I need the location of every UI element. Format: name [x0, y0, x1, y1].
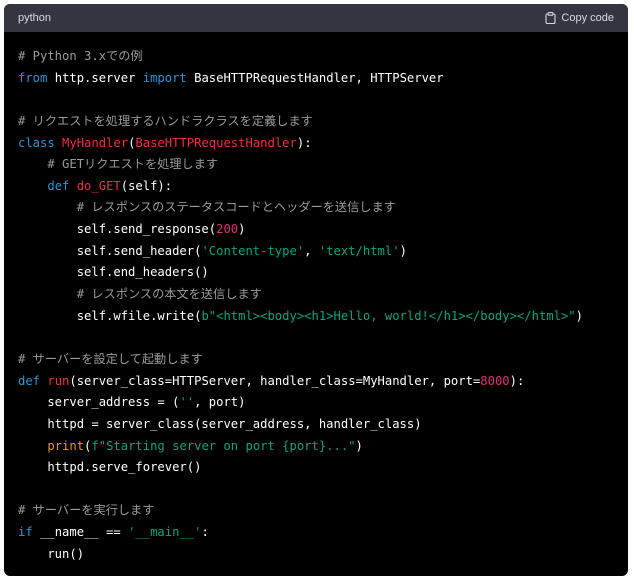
code-token-plain: )	[399, 243, 407, 258]
code-token-class: MyHandler	[62, 135, 129, 150]
code-line: if __name__ == '__main__':	[18, 522, 614, 544]
code-token-string: ''	[179, 395, 195, 410]
code-token-plain: (self):	[120, 178, 173, 193]
code-token-plain: :	[201, 525, 209, 540]
code-token-builtin: print	[47, 438, 85, 453]
code-line: self.wfile.write(b"<html><body><h1>Hello…	[18, 306, 614, 328]
code-token-plain: run()	[18, 546, 85, 561]
code-token-string: '__main__'	[128, 525, 202, 540]
code-token-plain: self.send_response(	[18, 222, 217, 237]
code-token-plain: httpd.serve_forever()	[18, 460, 202, 475]
copy-code-label: Copy code	[561, 12, 614, 24]
code-token-plain: ):	[296, 135, 312, 150]
code-line: # GETリクエストを処理します	[18, 154, 614, 176]
code-token-class: BaseHTTPRequestHandler	[135, 135, 297, 150]
code-token-keyword: def	[47, 178, 70, 193]
code-token-keyword: def	[18, 373, 41, 388]
copy-code-button[interactable]: Copy code	[545, 12, 614, 25]
code-token-comment: # サーバーを設定して起動します	[18, 351, 203, 366]
clipboard-icon	[545, 12, 556, 25]
code-token-plain: )	[575, 308, 583, 323]
code-token-comment: # Python 3.xでの例	[18, 49, 143, 63]
code-token-class: run	[47, 373, 70, 388]
code-token-comment: # レスポンスのステータスコードとヘッダーを送信します	[76, 200, 396, 215]
code-line: self.send_response(200)	[18, 219, 614, 241]
code-token-plain: __name__ ==	[32, 525, 129, 540]
code-token-comment: # レスポンスの本文を送信します	[76, 287, 262, 302]
code-token-keyword: class	[18, 135, 55, 150]
code-token-plain: BaseHTTPRequestHandler, HTTPServer	[186, 70, 444, 85]
code-token-string: 'Content-type'	[201, 243, 305, 258]
code-token-plain: ):	[509, 373, 525, 388]
code-line: # レスポンスのステータスコードとヘッダーを送信します	[18, 197, 614, 219]
code-token-plain: self.end_headers()	[18, 265, 209, 280]
code-token-plain: http.server	[47, 70, 143, 85]
code-token-keyword: import	[142, 70, 187, 85]
code-line: # サーバーを設定して起動します	[18, 349, 614, 371]
code-token-plain: , port)	[194, 395, 246, 410]
language-label: python	[18, 12, 52, 24]
code-line: self.end_headers()	[18, 262, 614, 284]
code-line: self.send_header('Content-type', 'text/h…	[18, 241, 614, 263]
code-token-number: 8000	[480, 373, 510, 388]
code-line: from http.server import BaseHTTPRequestH…	[18, 68, 614, 90]
code-line: class MyHandler(BaseHTTPRequestHandler):	[18, 133, 614, 155]
code-token-plain: ,	[304, 243, 319, 258]
code-line: run()	[18, 544, 614, 566]
code-token-keyword: from	[18, 70, 48, 85]
code-token-number: 200	[216, 222, 239, 237]
code-token-plain: self.send_header(	[18, 243, 202, 258]
code-token-plain: server_address = (	[18, 395, 180, 410]
code-line: # リクエストを処理するハンドラクラスを定義します	[18, 111, 614, 133]
code-line: server_address = ('', port)	[18, 392, 614, 414]
code-line: httpd = server_class(server_address, han…	[18, 414, 614, 436]
code-token-plain: self.wfile.write(	[18, 308, 202, 323]
code-token-plain: (server_class=HTTPServer, handler_class=…	[69, 373, 481, 388]
code-line: def run(server_class=HTTPServer, handler…	[18, 371, 614, 393]
code-token-class: do_GET	[76, 178, 121, 193]
code-content[interactable]: # Python 3.xでの例 from http.server import B…	[4, 32, 628, 565]
code-token-plain: )	[355, 438, 363, 453]
code-header: python Copy code	[4, 4, 628, 32]
code-token-plain: httpd = server_class(server_address, han…	[18, 416, 422, 431]
code-line: def do_GET(self):	[18, 176, 614, 198]
code-token-comment: # リクエストを処理するハンドラクラスを定義します	[18, 113, 313, 128]
code-token-comment: # GETリクエストを処理します	[47, 157, 219, 172]
code-line: # レスポンスの本文を送信します	[18, 284, 614, 306]
code-token-string: f"Starting server on port {port}..."	[91, 438, 356, 453]
code-line: # サーバーを実行します	[18, 500, 614, 522]
code-line: httpd.serve_forever()	[18, 457, 614, 479]
code-token-plain: )	[238, 222, 246, 237]
code-token-comment: # サーバーを実行します	[18, 503, 155, 518]
code-token-keyword: if	[18, 525, 33, 540]
code-token-string: 'text/html'	[318, 243, 400, 258]
code-token-string: b"<html><body><h1>Hello, world!</h1></bo…	[201, 308, 576, 323]
code-block: python Copy code # Python 3.xでの例 from htt…	[4, 4, 628, 576]
code-line: print(f"Starting server on port {port}..…	[18, 436, 614, 458]
code-line: # Python 3.xでの例	[18, 46, 614, 68]
